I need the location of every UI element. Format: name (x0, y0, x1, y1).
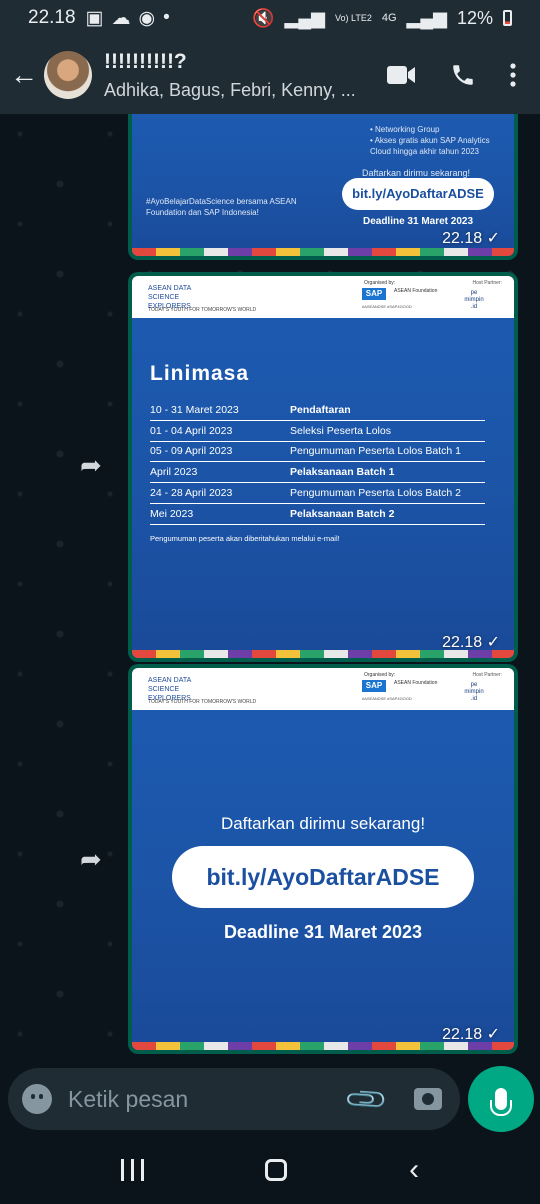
host-partner-logo: pe mimpin .id (464, 682, 484, 702)
adse-tagline: TODAY'S YOUTH FOR TOMORROW'S WORLD (148, 307, 257, 313)
registration-flyer-image[interactable]: • Networking Group • Akses gratis akun S… (132, 114, 514, 256)
nav-back-button[interactable]: ‹ (409, 1153, 419, 1187)
status-bar: 22.18 ▣ ☁ ◉ • 🔇 ▂▄▆ Vo) LTE2 4G ▂▄▆ 12% (0, 0, 540, 36)
sap-logo: SAP (362, 680, 386, 692)
message-image-3[interactable]: ASEAN DATA SCIENCE EXPLORERS TODAY'S YOU… (128, 664, 518, 1054)
timeline-note: Pengumuman peserta akan diberitahukan me… (150, 534, 340, 543)
signal2-icon: ▂▄▆ (406, 7, 447, 28)
network-label: 4G (381, 12, 397, 24)
timeline-row: April 2023 Pelaksanaan Batch 1 (150, 462, 485, 484)
home-button[interactable] (265, 1159, 288, 1181)
chat-header: ← !!!!!!!!!!? Adhika, Bagus, Febri, Kenn… (0, 36, 540, 114)
timeline-row: Mei 2023 Pelaksanaan Batch 2 (150, 504, 485, 525)
flyer-link: bit.ly/AyoDaftarADSE (172, 846, 474, 908)
emoji-icon[interactable] (22, 1084, 52, 1114)
hashtags: #ASEANDSE #SAP4GOOD (362, 304, 412, 309)
volte-label: Vo) LTE2 (334, 12, 372, 23)
dot-icon: • (163, 7, 170, 28)
timeline-title: Linimasa (150, 362, 250, 385)
status-time: 22.18 (28, 7, 76, 28)
host-partner-logo: pe mimpin .id (464, 290, 484, 310)
more-icon[interactable] (510, 63, 516, 87)
chat-participants: Adhika, Bagus, Febri, Kenny, ... (104, 79, 354, 100)
timeline-row: 01 - 04 April 2023 Seleksi Peserta Lolos (150, 421, 485, 442)
message-input[interactable]: Ketik pesan (68, 1086, 349, 1113)
flyer-deadline: Deadline 31 Maret 2023 (362, 216, 474, 227)
timeline-row: 24 - 28 April 2023 Pengumuman Peserta Lol… (150, 483, 485, 504)
flyer-header: ASEAN DATA SCIENCE EXPLORERS TODAY'S YOU… (132, 668, 514, 710)
phone-icon[interactable] (450, 62, 476, 88)
mute-icon: 🔇 (252, 7, 275, 28)
battery-icon (503, 10, 512, 26)
forward-icon[interactable]: ➦ (80, 844, 110, 874)
input-bar: Ketik pesan 📎 (0, 1062, 540, 1136)
line-icon: ◉ (138, 7, 156, 29)
flyer-link: bit.ly/AyoDaftarADSE (342, 178, 494, 210)
chat-title: !!!!!!!!!!? (104, 49, 187, 73)
timeline-table: 10 - 31 Maret 2023 Pendaftaran 01 - 04 Ap… (150, 400, 485, 525)
message-image-1[interactable]: • Networking Group • Akses gratis akun S… (128, 114, 518, 260)
message-time: 22.18 ✓ (442, 634, 500, 651)
flyer-stripe (132, 248, 514, 256)
message-time: 22.18 ✓ (442, 230, 500, 247)
message-image-2[interactable]: ASEAN DATA SCIENCE EXPLORERS TODAY'S YOU… (128, 272, 518, 662)
host-partner-label: Host Partner: (472, 672, 502, 678)
camera-icon[interactable] (414, 1088, 442, 1110)
notification-icons: ▣ ☁ ◉ • (86, 7, 170, 30)
adse-tagline: TODAY'S YOUTH FOR TOMORROW'S WORLD (148, 699, 257, 705)
gallery-icon: ▣ (85, 7, 104, 29)
signal-icon: ▂▄▆ (284, 7, 325, 28)
attach-icon[interactable]: 📎 (343, 1075, 391, 1123)
asean-foundation-logo: ASEAN Foundation (394, 680, 438, 686)
timeline-flyer-image[interactable]: ASEAN DATA SCIENCE EXPLORERS TODAY'S YOU… (132, 276, 514, 658)
flyer-deadline: Deadline 31 Maret 2023 (223, 922, 423, 942)
cloud-icon: ☁ (111, 7, 131, 29)
host-partner-label: Host Partner: (472, 280, 502, 286)
flyer-left-text: #AyoBelajarDataScience bersama ASEAN Fou… (146, 197, 297, 217)
chat-messages[interactable]: • Networking Group • Akses gratis akun S… (0, 114, 540, 1062)
timeline-row: 10 - 31 Maret 2023 Pendaftaran (150, 400, 485, 421)
chat-title-block[interactable]: !!!!!!!!!!? Adhika, Bagus, Febri, Kenny,… (104, 50, 354, 101)
video-call-icon[interactable] (386, 64, 416, 86)
sap-logo: SAP (362, 288, 386, 300)
avatar[interactable] (44, 51, 92, 99)
mic-button[interactable] (468, 1066, 534, 1132)
message-time: 22.18 ✓ (442, 1026, 500, 1043)
flyer-cta: Daftarkan dirimu sekarang! (220, 814, 426, 833)
hashtags: #ASEANDSE #SAP4GOOD (362, 696, 412, 701)
message-input-box[interactable]: Ketik pesan 📎 (8, 1068, 460, 1130)
forward-icon[interactable]: ➦ (80, 450, 110, 480)
recent-apps-button[interactable] (120, 1159, 144, 1181)
mic-icon (490, 1088, 512, 1116)
asean-foundation-logo: ASEAN Foundation (394, 288, 438, 294)
cta-flyer-image[interactable]: ASEAN DATA SCIENCE EXPLORERS TODAY'S YOU… (132, 668, 514, 1050)
flyer-bullet-1: • Networking Group (370, 125, 440, 134)
organized-by: Organised by: (364, 672, 396, 678)
timeline-row: 05 - 09 April 2023 Pengumuman Peserta Lol… (150, 442, 485, 463)
battery-label: 12% (456, 7, 493, 28)
flyer-header: ASEAN DATA SCIENCE EXPLORERS TODAY'S YOU… (132, 276, 514, 318)
system-nav-bar: ‹ (0, 1136, 540, 1204)
organized-by: Organised by: (364, 280, 396, 286)
flyer-bullet-2: • Akses gratis akun SAP Analytics Cloud … (370, 136, 490, 156)
